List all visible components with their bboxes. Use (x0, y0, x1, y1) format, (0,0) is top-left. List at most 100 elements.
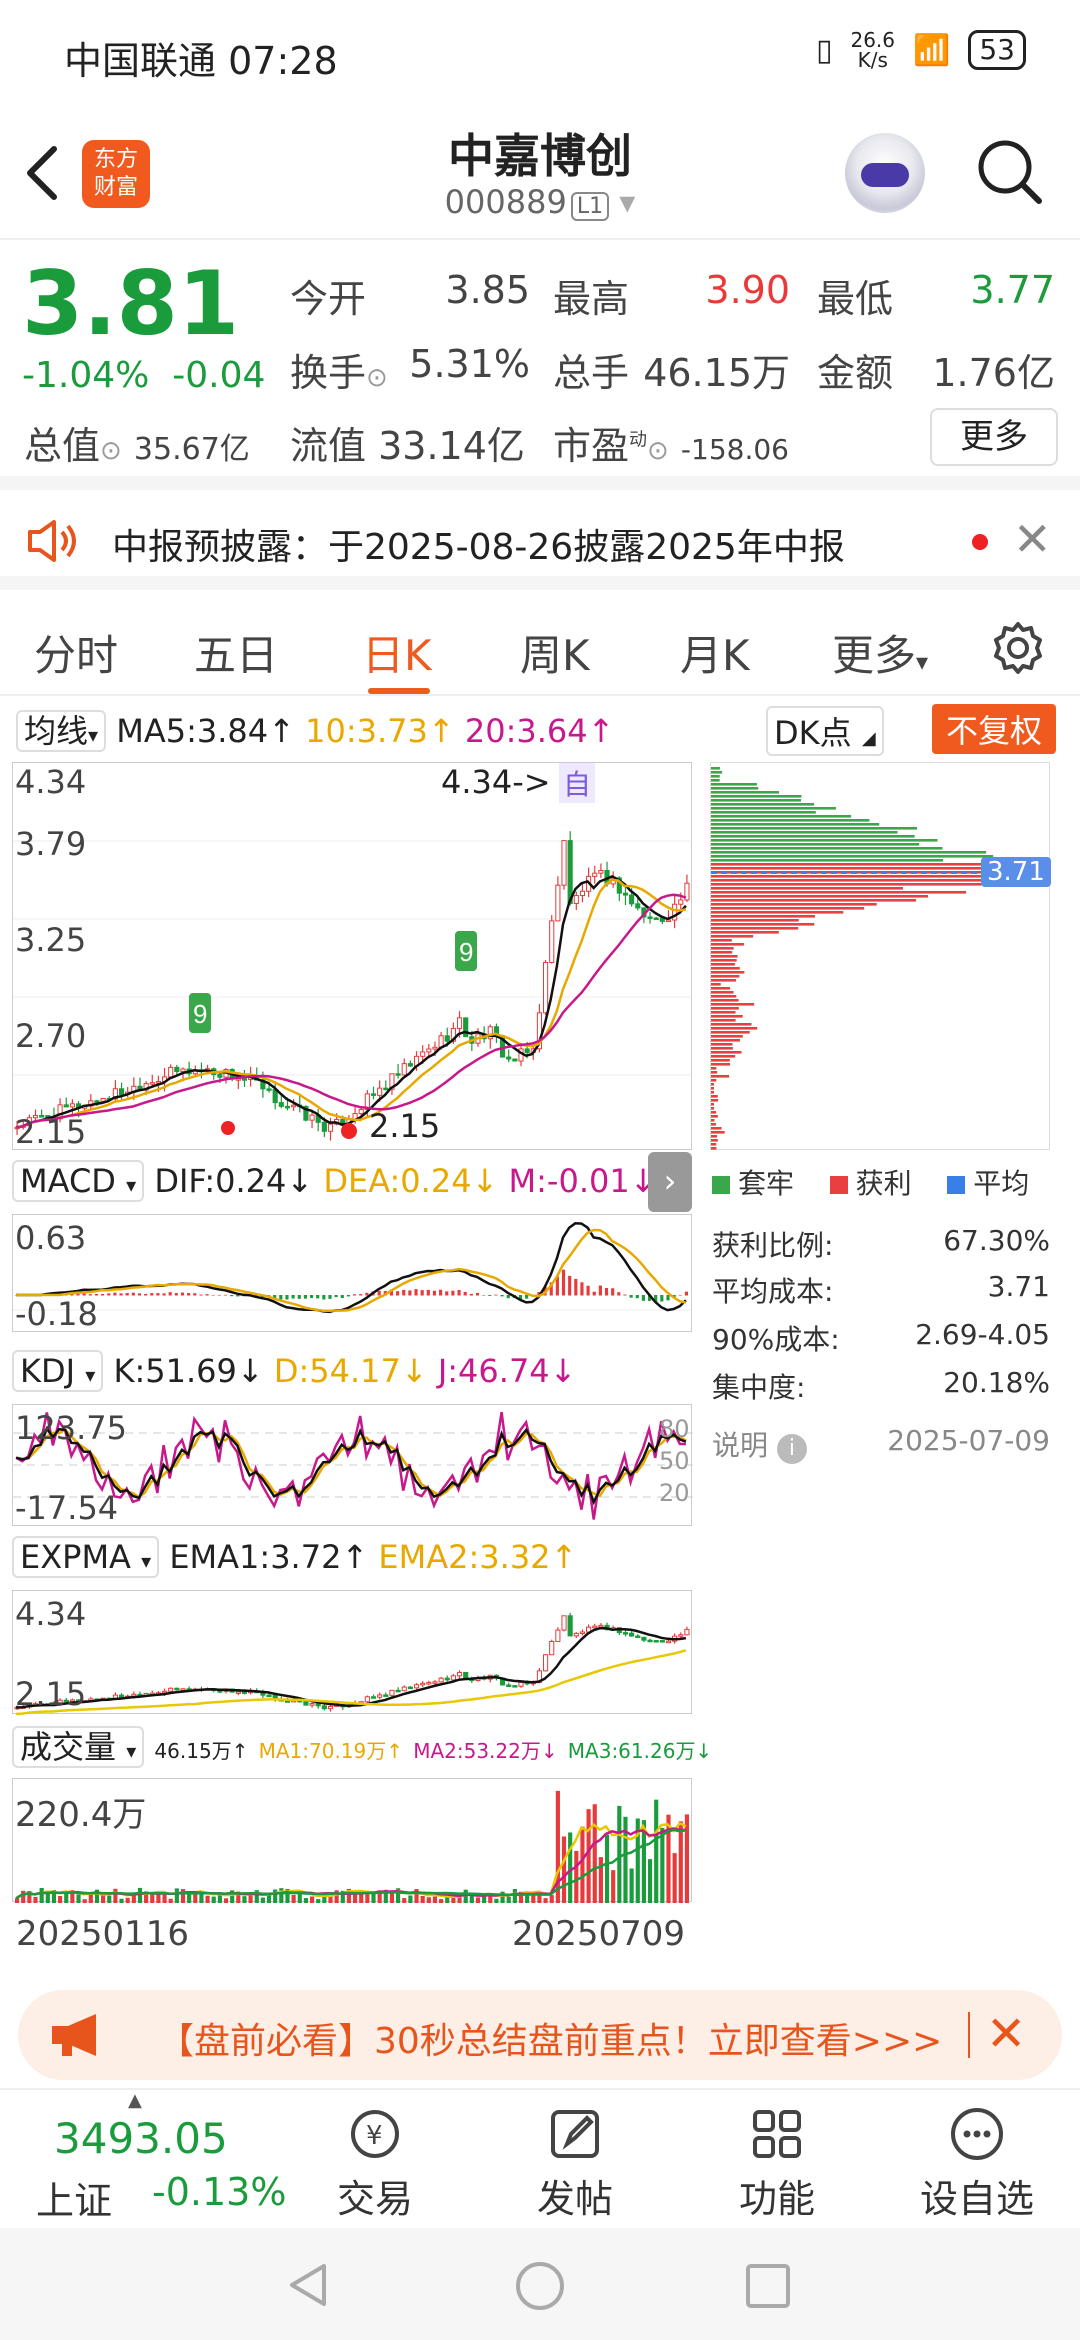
chip-bar (711, 1083, 714, 1086)
macd-chart[interactable]: 0.63 -0.18 (12, 1214, 693, 1333)
tab-daily-k[interactable]: 日K (362, 622, 432, 683)
ma-selector[interactable]: 均线▾ (16, 710, 107, 752)
gear-icon[interactable] (990, 620, 1046, 676)
chip-note-link[interactable]: 说明 i (712, 1424, 807, 1464)
candle (180, 1068, 186, 1072)
expma-selector[interactable]: EXPMA ▾ (12, 1536, 160, 1578)
promo-banner[interactable]: 【盘前必看】30秒总结盘前重点！立即查看>>> ✕ (18, 1990, 1062, 2080)
pe-ratio: 市盈动⊙ -158.06 (553, 424, 789, 468)
macd-selector[interactable]: MACD ▾ (12, 1160, 145, 1202)
chip-bar (711, 807, 836, 810)
expma-axis-bottom: 2.15 (15, 1675, 87, 1713)
chip-distribution-chart[interactable]: 3.71 (710, 762, 1051, 1150)
candle (266, 1088, 272, 1091)
expma-chart[interactable]: 4.34 2.15 (12, 1590, 692, 1715)
tab-minute[interactable]: 分时 (34, 622, 118, 683)
chip-bar (711, 839, 938, 842)
volume-bar (439, 1899, 444, 1903)
kline-chart[interactable]: 9 9 4.34 3.79 3.25 2.70 2.15 4.34-> 自 2.… (12, 762, 693, 1151)
volume-bar (408, 1895, 413, 1903)
volume-bar (211, 1896, 216, 1903)
tab-monthly-k[interactable]: 月K (680, 622, 750, 683)
restore-right-button[interactable]: 不复权 (932, 704, 1057, 754)
tab-five-day[interactable]: 五日 (194, 622, 278, 683)
macd-bar (396, 1291, 400, 1296)
candle (309, 1703, 315, 1706)
assistant-robot-icon[interactable] (845, 133, 925, 213)
macd-bar (217, 1294, 221, 1296)
volume-bar (101, 1895, 106, 1903)
stock-header: 东方 财富 中嘉博创 000889 L1 ▾ (0, 105, 1080, 240)
macd-bar (150, 1293, 154, 1296)
volume-bar (187, 1894, 192, 1903)
macd-axis-top: 0.63 (15, 1219, 87, 1257)
back-triangle-icon[interactable] (284, 2260, 334, 2310)
chip-bar (711, 1003, 755, 1006)
macd-bar (205, 1294, 209, 1296)
chip-bar (711, 947, 734, 950)
macd-bar (445, 1291, 449, 1296)
tab-more[interactable]: 更多▾ (832, 622, 928, 683)
chip-bar (711, 951, 733, 954)
high-marker: 4.34-> (441, 763, 551, 801)
home-circle-icon[interactable] (514, 2260, 566, 2312)
kdj-level-50: 50 (659, 1447, 690, 1475)
nav-trade[interactable]: ¥ 交易 (330, 2104, 420, 2223)
volume-selector[interactable]: 成交量 ▾ (12, 1726, 145, 1768)
macd-bar (439, 1289, 443, 1296)
macd-dif: DIF:0.24↓ (154, 1162, 314, 1200)
candle (327, 1705, 334, 1710)
volume-bar (426, 1897, 431, 1903)
candle (506, 1684, 512, 1687)
index-name[interactable]: 上证 (36, 2170, 112, 2225)
tab-weekly-k[interactable]: 周K (520, 622, 590, 683)
volume-bar (58, 1895, 63, 1903)
pull-up-indicator-icon[interactable]: ▲ (128, 2090, 142, 2111)
kdj-selector[interactable]: KDJ ▾ (12, 1350, 104, 1392)
chip-bar (711, 959, 737, 962)
info-icon[interactable]: ⊙ (647, 436, 669, 466)
volume-bar (33, 1896, 38, 1903)
nav-functions[interactable]: 功能 (732, 2104, 822, 2223)
kdj-chart[interactable]: 123.75 -17.54 80 50 20 (12, 1404, 693, 1527)
candle (168, 1066, 174, 1078)
candle (598, 1624, 604, 1628)
candle (665, 1640, 672, 1644)
volume-ma1: MA1:70.19万↑ (258, 1739, 404, 1763)
dk-point-selector[interactable]: DK点 ◢ (766, 706, 884, 756)
info-icon[interactable]: ⊙ (100, 436, 122, 466)
candle (321, 1121, 327, 1132)
expand-arrow-icon[interactable]: › (648, 1152, 692, 1212)
info-icon[interactable]: ⊙ (366, 363, 388, 393)
concentration-value: 20.18% (943, 1366, 1050, 1399)
self-select-tag[interactable]: 自 (559, 763, 596, 803)
volume-bar (248, 1895, 253, 1903)
macd-bar (525, 1295, 529, 1299)
volume-bar (353, 1893, 358, 1903)
volume-value: 46.15万 (643, 351, 790, 395)
candle (100, 1097, 106, 1102)
nav-post[interactable]: 发帖 (530, 2104, 620, 2223)
notice-bar[interactable]: 中报预披露：于2025-08-26披露2025年中报 ✕ (0, 490, 1080, 590)
nav-add-favorite[interactable]: 设自选 (912, 2104, 1042, 2223)
close-icon[interactable]: ✕ (986, 2006, 1026, 2062)
more-button[interactable]: 更多 (930, 408, 1058, 466)
candle (383, 1694, 389, 1697)
macd-bar (328, 1295, 332, 1299)
candle (567, 1615, 573, 1637)
kdj-indicator-row: KDJ ▾ K:51.69↓ D:54.17↓ J:46.74↓ (12, 1350, 576, 1392)
stock-code-selector[interactable]: 000889 L1 ▾ (340, 183, 740, 221)
volume-bar (604, 1834, 610, 1903)
candle (512, 1685, 518, 1688)
volume-bar (512, 1888, 517, 1903)
back-arrow-icon[interactable] (22, 143, 62, 203)
macd-bar (211, 1294, 215, 1296)
recents-square-icon[interactable] (744, 2262, 792, 2310)
macd-bar (303, 1295, 307, 1299)
candle (180, 1688, 186, 1691)
search-icon[interactable] (975, 137, 1045, 207)
svg-text:¥: ¥ (366, 2121, 383, 2151)
volume-chart[interactable]: 220.4万 (12, 1778, 692, 1903)
index-value[interactable]: 3493.05 (54, 2114, 228, 2163)
close-icon[interactable]: ✕ (1013, 512, 1052, 566)
